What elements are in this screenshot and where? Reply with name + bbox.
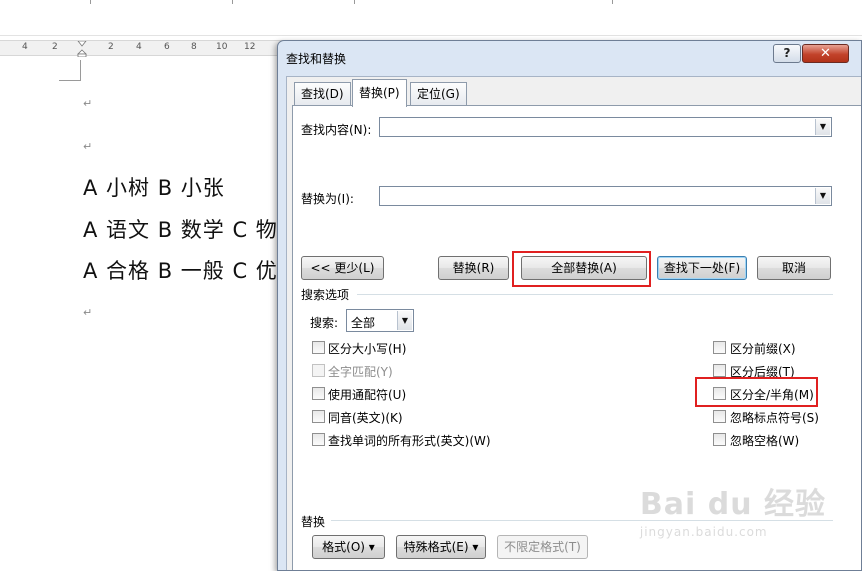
ignore-punctuation-checkbox[interactable] [713, 410, 726, 423]
ruler-number: 12 [244, 42, 256, 52]
find-what-input[interactable]: ▼ [379, 117, 832, 137]
document-line[interactable]: A 语文 B 数学 C 物 [83, 214, 278, 244]
whole-word-label[interactable]: 全字匹配(Y) [328, 363, 393, 380]
ignore-space-checkbox[interactable] [713, 433, 726, 446]
search-options-heading: 搜索选项 [301, 288, 350, 302]
whole-word-checkbox[interactable] [312, 364, 325, 377]
ruler-number: 4 [22, 42, 28, 52]
paragraph-mark-icon: ↵ [83, 97, 93, 110]
ruler-number: 6 [164, 42, 170, 52]
horizontal-ruler[interactable]: 4 2 2 4 6 8 10 12 [0, 40, 290, 57]
match-prefix-label[interactable]: 区分前缀(X) [730, 340, 796, 357]
cancel-button[interactable]: 取消 [757, 256, 831, 280]
replace-with-label: 替换为(I): [301, 192, 354, 206]
ruler-number: 2 [52, 42, 58, 52]
ruler-number: 2 [108, 42, 114, 52]
ruler-tick [354, 0, 355, 4]
ruler-number: 8 [191, 42, 197, 52]
match-case-label[interactable]: 区分大小写(H) [328, 340, 406, 357]
ignore-punctuation-label[interactable]: 忽略标点符号(S) [730, 409, 819, 426]
wildcards-checkbox[interactable] [312, 387, 325, 400]
ruler-tick [232, 0, 233, 4]
chevron-down-icon[interactable]: ▼ [815, 119, 830, 135]
replace-all-highlight [512, 251, 651, 287]
indent-marker-icon[interactable] [77, 41, 87, 57]
watermark-brand: Bai du 经验 [639, 487, 826, 522]
special-format-button[interactable]: 特殊格式(E) ▾ [396, 535, 486, 559]
search-direction-select[interactable]: 全部 ▼ [346, 309, 414, 332]
wildcards-label[interactable]: 使用通配符(U) [328, 386, 406, 403]
match-width-highlight [695, 377, 818, 407]
tab-goto[interactable]: 定位(G) [410, 82, 467, 106]
less-button[interactable]: << 更少(L) [301, 256, 384, 280]
sounds-like-checkbox[interactable] [312, 410, 325, 423]
tab-find[interactable]: 查找(D) [294, 82, 351, 106]
no-formatting-button[interactable]: 不限定格式(T) [497, 535, 588, 559]
paragraph-mark-icon: ↵ [83, 306, 93, 319]
ruler-number: 10 [216, 42, 228, 52]
document-line[interactable]: A 小树 B 小张 [83, 172, 225, 202]
close-button[interactable]: ✕ [802, 44, 849, 63]
find-next-button[interactable]: 查找下一处(F) [657, 256, 747, 280]
all-word-forms-label[interactable]: 查找单词的所有形式(英文)(W) [328, 432, 491, 449]
group-divider [357, 294, 833, 295]
format-button[interactable]: 格式(O) ▾ [312, 535, 385, 559]
document-top-strip [0, 0, 862, 36]
replace-section-heading: 替换 [301, 515, 326, 529]
baidu-jingyan-watermark: Bai du 经验 jingyan.baidu.com [640, 479, 826, 539]
tab-replace[interactable]: 替换(P) [352, 79, 407, 107]
ruler-number: 4 [136, 42, 142, 52]
ruler-tick [90, 0, 91, 4]
page-margin-corner [59, 60, 81, 81]
match-suffix-checkbox[interactable] [713, 364, 726, 377]
ruler-tick [612, 0, 613, 4]
watermark-url: jingyan.baidu.com [639, 525, 768, 539]
paragraph-mark-icon: ↵ [83, 140, 93, 153]
search-direction-label: 搜索: [310, 316, 339, 330]
sounds-like-label[interactable]: 同音(英文)(K) [328, 409, 403, 426]
dialog-title: 查找和替换 [286, 52, 347, 66]
match-case-checkbox[interactable] [312, 341, 325, 354]
replace-with-input[interactable]: ▼ [379, 186, 832, 206]
ignore-space-label[interactable]: 忽略空格(W) [730, 432, 799, 449]
all-word-forms-checkbox[interactable] [312, 433, 325, 446]
replace-button[interactable]: 替换(R) [438, 256, 509, 280]
help-button[interactable]: ? [773, 44, 801, 63]
find-what-label: 查找内容(N): [301, 123, 372, 137]
chevron-down-icon[interactable]: ▼ [815, 188, 830, 204]
chevron-down-icon[interactable]: ▼ [397, 311, 412, 330]
match-prefix-checkbox[interactable] [713, 341, 726, 354]
document-line[interactable]: A 合格 B 一般 C 优 [83, 255, 278, 285]
